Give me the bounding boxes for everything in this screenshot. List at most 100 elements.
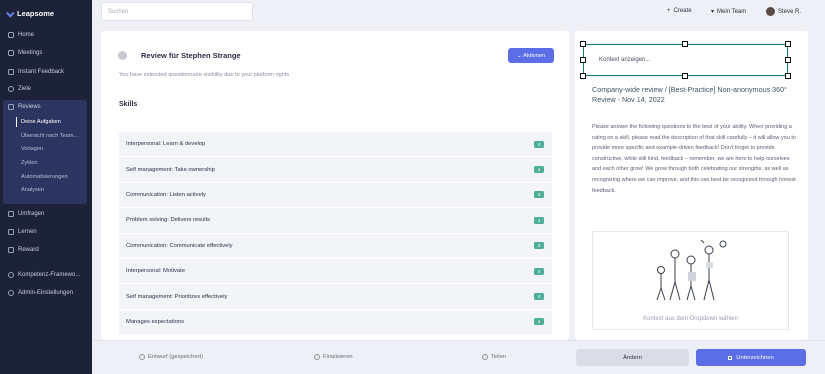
sign-label: Unterzeichnen — [736, 354, 774, 361]
step-label: Teilen — [491, 354, 507, 360]
sidebar-subitem-vorlagen[interactable]: Vorlagen — [21, 146, 43, 152]
resize-handle[interactable] — [785, 57, 791, 63]
actions-button[interactable]: ⌄ Aktionen — [508, 48, 554, 63]
sidebar-item-meetings[interactable]: Meetings — [0, 46, 92, 60]
framework-icon — [8, 272, 14, 278]
reviews-section — [3, 100, 87, 204]
sidebar-item-label: Lernen — [18, 229, 37, 235]
resize-handle[interactable] — [580, 57, 586, 63]
sidebar-item-label: Admin-Einstellungen — [18, 290, 74, 296]
step-draft: Entwurf (gespeichert) — [139, 354, 203, 360]
rating-badge: 4 — [534, 216, 544, 224]
check-circle-icon — [139, 354, 145, 360]
rating-badge: 4 — [534, 191, 544, 199]
sidebar: Leapsome Home Meetings Instant Feedback … — [0, 0, 92, 374]
active-indicator — [16, 117, 17, 127]
rating-badge: 4 — [534, 318, 544, 326]
resize-handle[interactable] — [580, 73, 586, 79]
user-name: Steve R. — [778, 8, 802, 15]
review-instructions: Please answer the following questions to… — [592, 124, 796, 194]
skill-row[interactable]: Problem solving: Delivers results 4 — [119, 208, 552, 234]
skill-row[interactable]: Communication: Listen actively 4 — [119, 182, 552, 209]
skill-label: Self management: Prioritizes effectively — [126, 293, 228, 300]
sidebar-subitem-uebersicht[interactable]: Übersicht nach Team... — [21, 133, 78, 139]
learning-icon — [8, 229, 14, 235]
reward-icon — [8, 247, 14, 253]
leapsome-logo[interactable]: Leapsome — [6, 8, 55, 18]
sidebar-subitem-automatisierungen[interactable]: Automatisierungen — [21, 174, 68, 180]
context-panel: Kontext anzeigen... Company-wide review … — [575, 31, 808, 340]
rating-badge: 4 — [534, 166, 544, 174]
sidebar-item-reward[interactable]: Reward — [0, 243, 92, 257]
empty-state-illustration: Kontext aus dem Dropdown wählen — [592, 231, 789, 330]
rating-badge: 4 — [534, 140, 544, 148]
sidebar-item-home[interactable]: Home — [0, 28, 92, 42]
plus-icon: + — [667, 8, 671, 14]
sidebar-item-umfragen[interactable]: Umfragen — [0, 207, 92, 221]
skills-list: Interpersonal: Learn & develop 4 Self ma… — [119, 132, 552, 336]
sidebar-subitem-deine-aufgaben[interactable]: Deine Aufgaben — [21, 119, 61, 125]
skill-row[interactable]: Self management: Prioritizes effectively… — [119, 284, 552, 310]
sidebar-item-label: Meetings — [18, 50, 43, 56]
review-title: Review für Stephen Strange — [141, 51, 241, 60]
team-label: Mein Team — [717, 8, 747, 15]
sidebar-item-kompetenz-framework[interactable]: Kompetenz-Framewo... — [0, 268, 92, 282]
step-finalize: Finalisieren — [314, 354, 353, 360]
sidebar-item-label: Reward — [18, 247, 39, 253]
resize-handle[interactable] — [785, 73, 791, 79]
search-input[interactable]: Suchen — [101, 2, 253, 21]
sidebar-item-lernen[interactable]: Lernen — [0, 225, 92, 239]
skill-row[interactable]: Communication: Communicate effectively 4 — [119, 233, 552, 259]
calendar-icon — [8, 50, 14, 56]
context-dropdown[interactable]: Kontext anzeigen... — [583, 44, 788, 76]
lock-icon — [728, 355, 733, 360]
skill-row[interactable]: Interpersonal: Motivate 4 — [119, 258, 552, 285]
user-menu[interactable]: Steve R. — [766, 7, 801, 16]
feedback-icon — [8, 69, 14, 75]
skill-label: Communication: Listen actively — [126, 191, 206, 198]
resize-handle[interactable] — [580, 41, 586, 47]
create-label: Create — [673, 8, 692, 14]
create-button[interactable]: + Create — [667, 8, 692, 14]
check-circle-icon — [314, 354, 320, 360]
sign-button[interactable]: Unterzeichnen — [696, 349, 806, 366]
sidebar-item-reviews[interactable]: Reviews — [0, 100, 92, 114]
home-icon — [8, 32, 14, 38]
context-dropdown-placeholder: Kontext anzeigen... — [599, 57, 651, 63]
skill-label: Self management: Take ownership — [126, 166, 215, 173]
leapsome-logo-icon — [6, 8, 15, 18]
skill-row[interactable]: Interpersonal: Learn & develop 4 — [119, 132, 552, 158]
skill-row[interactable]: Self management: Take ownership 4 — [119, 157, 552, 183]
sidebar-item-label: Kompetenz-Framewo... — [18, 272, 81, 278]
sidebar-item-instant-feedback[interactable]: Instant Feedback — [0, 65, 92, 79]
sidebar-item-label: Umfragen — [18, 211, 45, 217]
skill-row[interactable]: Manages expectations 4 — [119, 309, 552, 336]
sidebar-item-admin-einstellungen[interactable]: Admin-Einstellungen — [0, 286, 92, 300]
review-cycle-title: Company-wide review / [Best-Practice] No… — [592, 85, 788, 104]
sidebar-item-ziele[interactable]: Ziele — [0, 82, 92, 96]
sidebar-item-label: Instant Feedback — [18, 69, 65, 75]
gear-icon — [8, 290, 14, 296]
change-button[interactable]: Ändern — [576, 349, 689, 366]
avatar — [766, 7, 775, 16]
visibility-note: You have extended questionnaire visibili… — [119, 72, 290, 78]
sidebar-item-label: Reviews — [18, 104, 41, 110]
my-team-button[interactable]: ▾ Mein Team — [711, 8, 747, 16]
check-circle-icon — [482, 354, 488, 360]
resize-handle[interactable] — [785, 41, 791, 47]
team-icon: ▾ — [711, 9, 715, 15]
brand-name: Leapsome — [17, 9, 55, 18]
step-label: Finalisieren — [323, 354, 353, 360]
skill-label: Problem solving: Delivers results — [126, 217, 211, 224]
people-illustration-icon — [656, 239, 727, 301]
rating-badge: 4 — [534, 293, 544, 301]
sidebar-item-label: Home — [18, 32, 35, 38]
resize-handle[interactable] — [682, 73, 688, 79]
resize-handle[interactable] — [682, 41, 688, 47]
sidebar-subitem-zyklen[interactable]: Zyklen — [21, 160, 37, 166]
skills-heading: Skills — [119, 101, 138, 108]
back-button[interactable] — [118, 51, 127, 60]
sidebar-subitem-analysen[interactable]: Analysen — [21, 187, 44, 193]
step-share: Teilen — [482, 354, 506, 360]
review-card: Review für Stephen Strange You have exte… — [101, 31, 569, 340]
